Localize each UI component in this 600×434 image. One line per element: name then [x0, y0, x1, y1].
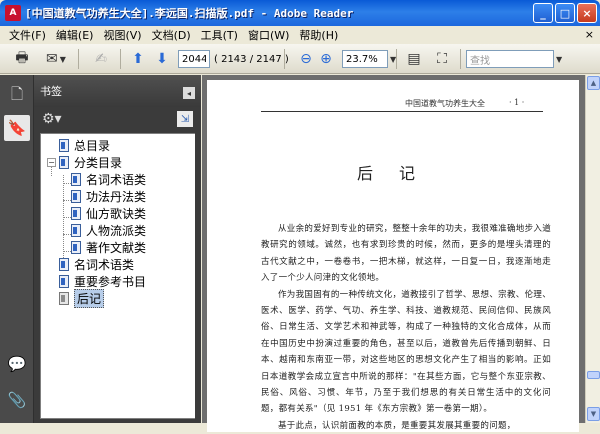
bookmark-item[interactable]: 总目录 [59, 137, 110, 154]
bookmark-icon [71, 207, 81, 220]
bookmark-item[interactable]: 分类目录 [59, 154, 122, 171]
next-page-icon[interactable]: ⬇ [152, 49, 172, 69]
menu-file[interactable]: 文件(F) [4, 27, 51, 43]
collapse-toggle[interactable]: − [47, 158, 56, 167]
minimize-button[interactable]: _ [533, 3, 553, 23]
zoom-value: 23.7% [346, 53, 378, 65]
title-bar: A [中国道教气功养生大全].李远国.扫描版.pdf - Adobe Reade… [0, 0, 600, 26]
menu-view[interactable]: 视图(V) [98, 27, 146, 43]
bookmark-icon [59, 258, 69, 271]
panel-resize-handle[interactable] [195, 133, 201, 419]
bookmark-icon [59, 275, 69, 288]
email-icon[interactable]: ✉ ▼ [42, 49, 70, 69]
attachments-icon[interactable]: 📎 [4, 387, 30, 413]
page-number-label: · 1 · [509, 98, 525, 107]
bookmark-icon [71, 241, 81, 254]
bookmark-icon [71, 173, 81, 186]
fit-page-icon[interactable]: ▤ [404, 49, 424, 69]
chevron-down-icon[interactable]: ▼ [556, 55, 562, 64]
page-count: ( 2143 / 2147 ) [214, 53, 289, 65]
bookmark-icon [71, 224, 81, 237]
menu-help[interactable]: 帮助(H) [294, 27, 343, 43]
bookmark-item[interactable]: 人物流派类 [71, 222, 146, 239]
zoom-in-icon[interactable]: ⊕ [316, 49, 336, 69]
menu-document[interactable]: 文档(D) [147, 27, 196, 43]
chapter-title: 后记 [357, 164, 442, 183]
body-text: 从业余的爱好到专业的研究，整整十余年的功夫，我很难准确地步入道教研究的领域。诚然… [261, 221, 551, 434]
running-head: 中国道教气功养生大全 [405, 99, 485, 108]
adobe-reader-icon: A [5, 5, 21, 21]
menu-window[interactable]: 窗口(W) [243, 27, 294, 43]
scroll-thumb[interactable] [587, 371, 600, 379]
toolbar: 🖶 ✉▼ ✍ ⬆ ⬇ ( 2143 / 2147 ) ⊖ ⊕ 23.7% ▼ ▤… [0, 44, 600, 74]
bookmark-item[interactable]: 功法丹法类 [71, 188, 146, 205]
bookmark-icon [59, 292, 69, 305]
document-view: 中国道教气功养生大全 · 1 · 后记 从业余的爱好到专业的研究，整整十余年的功… [202, 75, 585, 432]
gear-icon[interactable]: ⚙▾ [42, 111, 62, 127]
bookmark-icon [59, 139, 69, 152]
print-icon[interactable]: 🖶 [12, 49, 32, 69]
zoom-select[interactable]: 23.7% [342, 50, 388, 68]
review-icon[interactable]: ✍ [88, 49, 114, 69]
page-number-input[interactable] [178, 50, 210, 68]
bookmarks-toolbar: ⚙▾ ⇲ [34, 107, 201, 133]
pages-icon[interactable]: 🗋 [4, 83, 30, 109]
fit-width-icon[interactable]: ⛶ [432, 49, 452, 69]
close-button[interactable]: × [577, 3, 597, 23]
vertical-scrollbar[interactable]: ▲ ▼ [585, 75, 600, 423]
expand-bookmark-icon[interactable]: ⇲ [177, 111, 193, 127]
panel-title: 书签 [34, 75, 201, 107]
search-placeholder: 查找 [470, 55, 490, 67]
bookmarks-icon[interactable]: 🔖 [4, 115, 30, 141]
bookmark-item[interactable]: 重要参考书目 [59, 273, 146, 290]
bookmark-icon [59, 156, 69, 169]
scroll-up-icon[interactable]: ▲ [587, 76, 600, 90]
bookmark-item[interactable]: 名词术语类 [59, 256, 134, 273]
pdf-page: 中国道教气功养生大全 · 1 · 后记 从业余的爱好到专业的研究，整整十余年的功… [207, 80, 579, 432]
paragraph: 基于此点，认识前面教的本质，是重要其发展其重要的问题， [278, 420, 516, 431]
bookmark-item-selected[interactable]: 后记 [59, 289, 105, 308]
bookmarks-tree: 总目录 − 分类目录 名词术语类 功法丹法类 仙方歌诀类 人物流派类 著作文献类 [40, 133, 201, 419]
bookmark-item[interactable]: 著作文献类 [71, 239, 146, 256]
menu-edit[interactable]: 编辑(E) [51, 27, 99, 43]
bookmark-item[interactable]: 名词术语类 [71, 171, 146, 188]
search-input[interactable]: 查找 [466, 50, 554, 68]
maximize-button[interactable]: □ [555, 3, 575, 23]
comments-icon[interactable]: 💬 [4, 351, 30, 377]
paragraph: 从业余的爱好到专业的研究，整整十余年的功夫，我很难准确地步入道教研究的领域。诚然… [261, 224, 551, 284]
collapse-panel-icon[interactable]: ◂ [183, 87, 195, 99]
navigation-rail: 🗋 🔖 💬 📎 [0, 75, 34, 423]
document-close-icon[interactable]: × [585, 28, 594, 41]
bookmark-icon [71, 190, 81, 203]
bookmark-item[interactable]: 仙方歌诀类 [71, 205, 146, 222]
scroll-down-icon[interactable]: ▼ [587, 407, 600, 421]
window-title: [中国道教气功养生大全].李远国.扫描版.pdf - Adobe Reader [25, 7, 354, 20]
header-rule [261, 111, 543, 112]
previous-page-icon[interactable]: ⬆ [128, 49, 148, 69]
window-controls: _ □ × [533, 3, 597, 23]
paragraph: 作为我国固有的一种传统文化，道教接引了哲学、思想、宗教、伦理、医术、医学、药学、… [261, 289, 551, 415]
menu-tools[interactable]: 工具(T) [196, 27, 243, 43]
zoom-out-icon[interactable]: ⊖ [296, 49, 316, 69]
bookmarks-panel: 书签 ◂ ⚙▾ ⇲ 总目录 − 分类目录 名词术语类 功法丹法类 仙方歌诀类 人… [34, 75, 201, 423]
menu-bar: 文件(F) 编辑(E) 视图(V) 文档(D) 工具(T) 窗口(W) 帮助(H… [0, 26, 600, 44]
